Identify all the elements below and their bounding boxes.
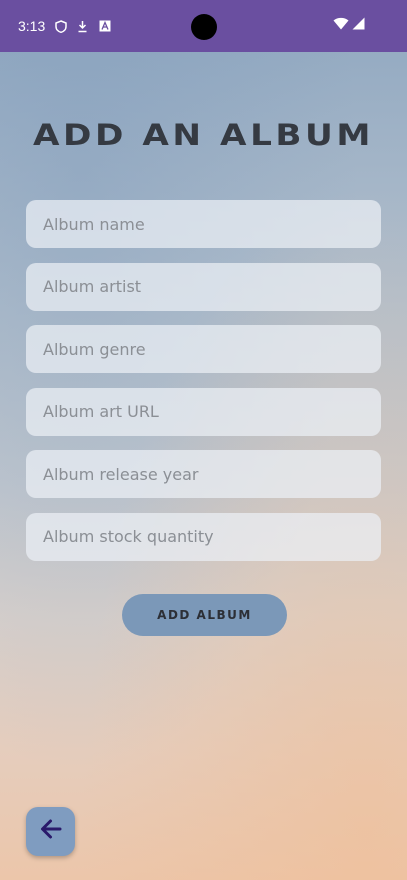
album-release-year-field-container [26, 450, 381, 499]
font-a-icon [98, 20, 111, 33]
wifi-icon [333, 17, 349, 35]
add-album-screen: 3:13 ADD AN ALBUM Album name Album artis… [0, 0, 407, 880]
page-title: ADD AN ALBUM [33, 118, 374, 152]
album-artist-field-container [26, 262, 381, 311]
album-release-year-field[interactable] [41, 463, 366, 485]
shield-icon [54, 19, 67, 33]
album-art-url-field[interactable] [41, 401, 366, 423]
signal-icon [352, 17, 365, 35]
album-genre-field-container [26, 325, 381, 374]
download-icon [76, 20, 89, 33]
album-form [26, 200, 381, 576]
album-name-field-container [26, 200, 381, 248]
album-name-field[interactable] [41, 213, 366, 235]
add-album-button[interactable]: ADD ALBUM [122, 594, 287, 636]
status-bar: 3:13 [0, 0, 407, 52]
album-art-url-field-container [26, 387, 381, 436]
status-time: 3:13 [18, 18, 46, 34]
arrow-left-icon [38, 816, 64, 847]
album-genre-field[interactable] [41, 338, 366, 360]
back-button[interactable] [26, 807, 75, 856]
album-stock-quantity-field[interactable] [41, 526, 366, 548]
status-left: 3:13 [18, 18, 111, 34]
album-stock-quantity-field-container [26, 512, 381, 561]
camera-cutout [191, 14, 217, 40]
album-artist-field[interactable] [41, 276, 366, 298]
status-right [333, 17, 365, 35]
